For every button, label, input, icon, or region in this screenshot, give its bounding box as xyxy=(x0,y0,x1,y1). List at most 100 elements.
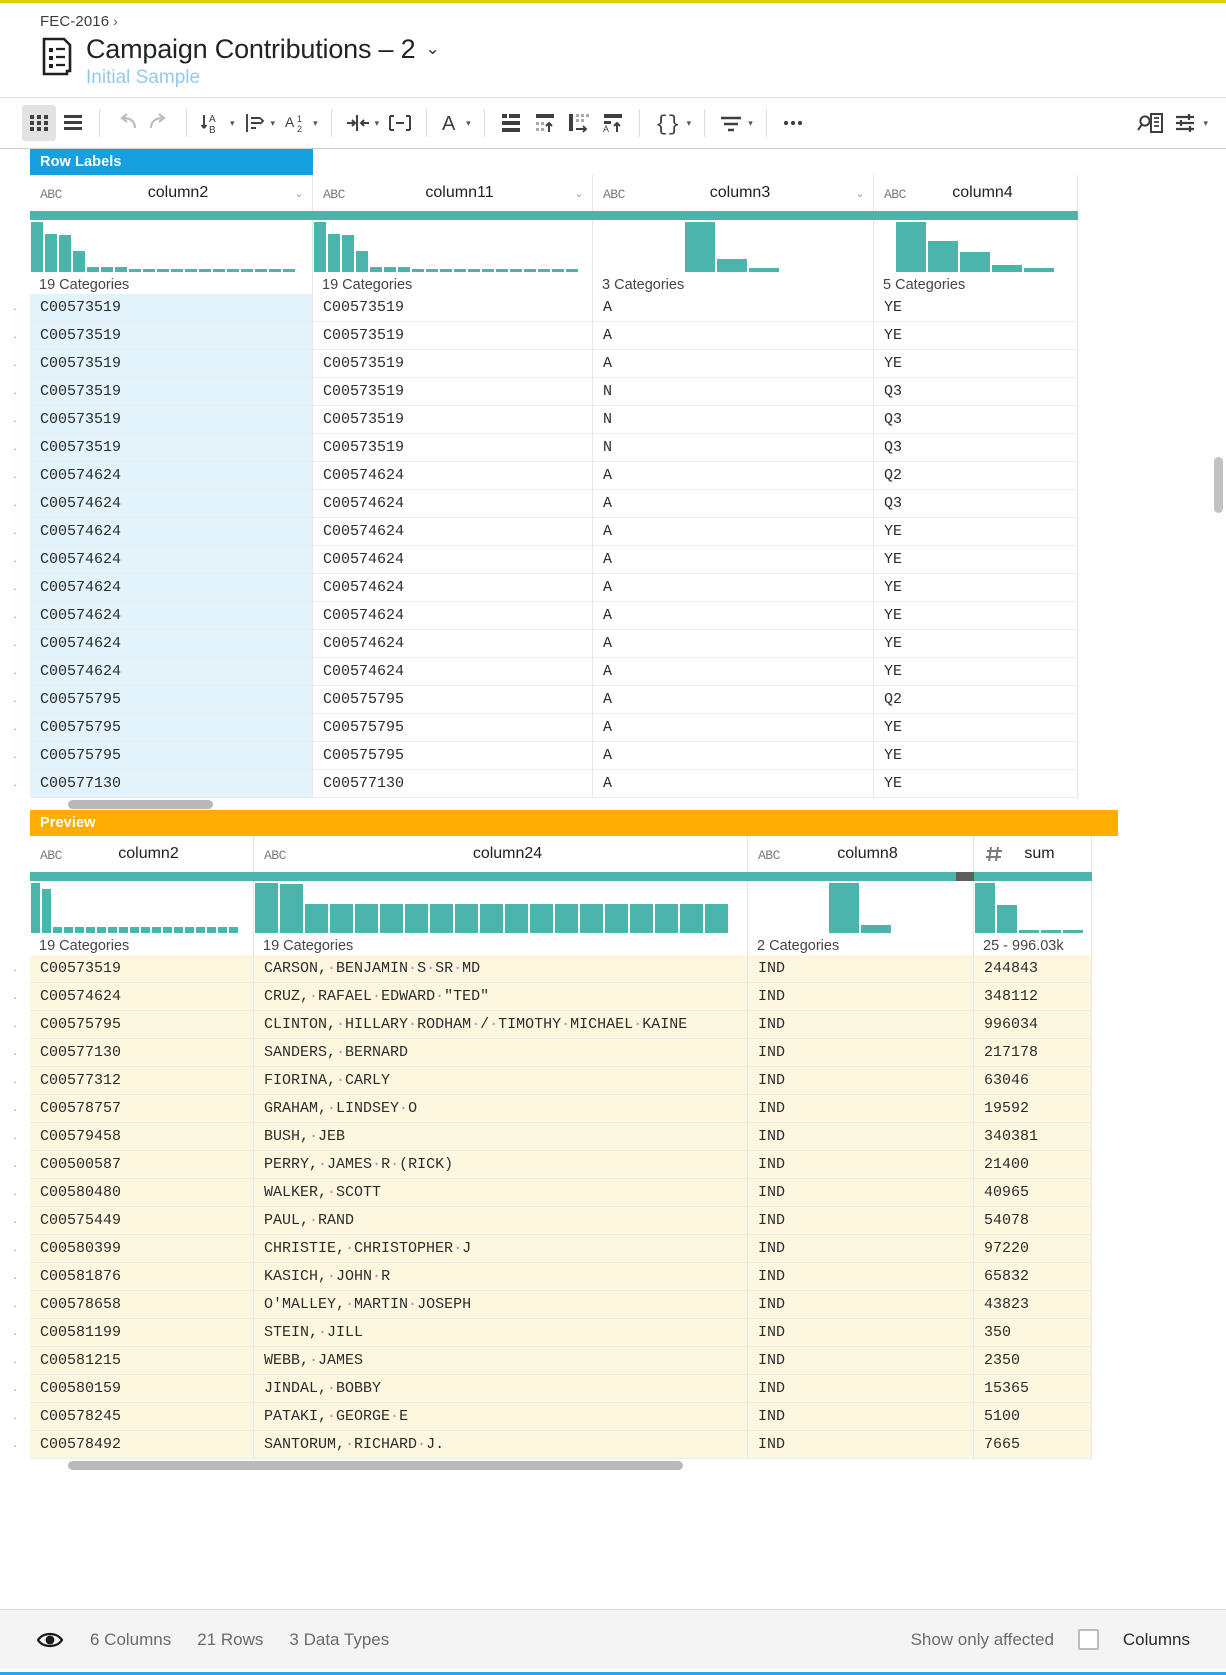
cell-column11[interactable]: C00573519 xyxy=(313,434,593,462)
cell-column2[interactable]: C00575795 xyxy=(30,1011,254,1039)
cell-column3[interactable]: A xyxy=(593,350,874,378)
cell-sum[interactable]: 97220 xyxy=(974,1235,1092,1263)
cell-column3[interactable]: A xyxy=(593,294,874,322)
cell-column2[interactable]: C00577130 xyxy=(30,770,313,798)
table-row[interactable]: · C00574624 C00574624 A YE xyxy=(0,658,1226,686)
cell-column3[interactable]: A xyxy=(593,714,874,742)
cell-column24[interactable]: PATAKI,·GEORGE·E xyxy=(254,1403,748,1431)
cell-column8[interactable]: IND xyxy=(748,1039,974,1067)
cell-column3[interactable]: A xyxy=(593,686,874,714)
row-handle[interactable]: · xyxy=(0,1102,30,1117)
row-labels-hscroll-thumb[interactable] xyxy=(68,800,213,809)
cell-sum[interactable]: 340381 xyxy=(974,1123,1092,1151)
cell-sum[interactable]: 40965 xyxy=(974,1179,1092,1207)
cell-column2[interactable]: C00574624 xyxy=(30,518,313,546)
table-row[interactable]: · C00580399 CHRISTIE,·CHRISTOPHER·J IND 9722… xyxy=(0,1235,1226,1263)
cell-column3[interactable]: A xyxy=(593,630,874,658)
cell-column8[interactable]: IND xyxy=(748,1403,974,1431)
chevron-down-icon[interactable]: ▾ xyxy=(687,118,692,129)
cell-column2[interactable]: C00574624 xyxy=(30,658,313,686)
merge-column-button[interactable] xyxy=(383,105,417,141)
cell-column24[interactable]: SANTORUM,·RICHARD·J. xyxy=(254,1431,748,1459)
cell-column2[interactable]: C00573519 xyxy=(30,378,313,406)
histogram-cell-column2[interactable]: 19 Categories xyxy=(30,220,313,294)
row-handle[interactable]: · xyxy=(0,1242,30,1257)
cell-column11[interactable]: C00575795 xyxy=(313,714,593,742)
cell-column2[interactable]: C00580480 xyxy=(30,1179,254,1207)
chevron-down-icon[interactable]: ⌄ xyxy=(286,187,312,200)
cell-column24[interactable]: CHRISTIE,·CHRISTOPHER·J xyxy=(254,1235,748,1263)
cell-column2[interactable]: C00578658 xyxy=(30,1291,254,1319)
search-columns-button[interactable] xyxy=(1133,105,1169,141)
cell-column4[interactable]: YE xyxy=(874,518,1078,546)
cell-column8[interactable]: IND xyxy=(748,1319,974,1347)
cell-sum[interactable]: 2350 xyxy=(974,1347,1092,1375)
row-handle[interactable]: · xyxy=(0,553,30,568)
row-handle[interactable]: · xyxy=(0,1074,30,1089)
column-header-column2[interactable]: ABC column2 ⌄ xyxy=(30,175,313,211)
chevron-down-icon[interactable]: ▾ xyxy=(313,118,318,129)
table-row[interactable]: · C00574624 C00574624 A Q3 xyxy=(0,490,1226,518)
align-button[interactable]: ▾ xyxy=(239,105,280,141)
cell-column2[interactable]: C00578757 xyxy=(30,1095,254,1123)
cell-column4[interactable]: YE xyxy=(874,350,1078,378)
cell-column2[interactable]: C00573519 xyxy=(30,434,313,462)
cell-sum[interactable]: 15365 xyxy=(974,1375,1092,1403)
cell-column2[interactable]: C00578245 xyxy=(30,1403,254,1431)
cell-column3[interactable]: A xyxy=(593,322,874,350)
row-handle[interactable]: · xyxy=(0,413,30,428)
cell-column3[interactable]: N xyxy=(593,378,874,406)
row-handle[interactable]: · xyxy=(0,385,30,400)
cell-column3[interactable]: N xyxy=(593,406,874,434)
cell-column11[interactable]: C00574624 xyxy=(313,658,593,686)
table-row[interactable]: · C00578245 PATAKI,·GEORGE·E IND 5100 xyxy=(0,1403,1226,1431)
transform-rows-button[interactable]: A xyxy=(596,105,630,141)
columns-toggle-label[interactable]: Columns xyxy=(1123,1630,1190,1650)
preview-hscroll-track[interactable] xyxy=(30,1459,1118,1471)
table-row[interactable]: · C00580480 WALKER,·SCOTT IND 40965 xyxy=(0,1179,1226,1207)
table-row[interactable]: · C00580159 JINDAL,·BOBBY IND 15365 xyxy=(0,1375,1226,1403)
row-labels-vscrollbar[interactable] xyxy=(1214,457,1223,513)
cell-column2[interactable]: C00574624 xyxy=(30,546,313,574)
row-handle[interactable]: · xyxy=(0,441,30,456)
table-row[interactable]: · C00574624 C00574624 A YE xyxy=(0,630,1226,658)
table-row[interactable]: · C00578658 O'MALLEY,·MARTIN·JOSEPH IND 4382… xyxy=(0,1291,1226,1319)
cell-column8[interactable]: IND xyxy=(748,1347,974,1375)
cell-sum[interactable]: 21400 xyxy=(974,1151,1092,1179)
chevron-down-icon[interactable]: ⌄ xyxy=(566,187,592,200)
cell-column2[interactable]: C00577312 xyxy=(30,1067,254,1095)
cell-column3[interactable]: A xyxy=(593,462,874,490)
table-row[interactable]: · C00577312 FIORINA,·CARLY IND 63046 xyxy=(0,1067,1226,1095)
row-handle[interactable]: · xyxy=(0,609,30,624)
cell-column8[interactable]: IND xyxy=(748,1011,974,1039)
table-row[interactable]: · C00573519 C00573519 N Q3 xyxy=(0,434,1226,462)
table-row[interactable]: · C00573519 C00573519 N Q3 xyxy=(0,378,1226,406)
row-handle[interactable]: · xyxy=(0,1130,30,1145)
cell-column24[interactable]: BUSH,·JEB xyxy=(254,1123,748,1151)
breadcrumb[interactable]: FEC-2016 › xyxy=(40,11,1226,31)
table-row[interactable]: · C00581215 WEBB,·JAMES IND 2350 xyxy=(0,1347,1226,1375)
cell-column24[interactable]: JINDAL,·BOBBY xyxy=(254,1375,748,1403)
row-handle[interactable]: · xyxy=(0,1354,30,1369)
cell-column2[interactable]: C00578492 xyxy=(30,1431,254,1459)
cell-column2[interactable]: C00573519 xyxy=(30,955,254,983)
cell-column8[interactable]: IND xyxy=(748,1067,974,1095)
filter-button[interactable]: ▾ xyxy=(714,105,757,141)
cell-column2[interactable]: C00573519 xyxy=(30,294,313,322)
cell-column11[interactable]: C00574624 xyxy=(313,546,593,574)
cell-column8[interactable]: IND xyxy=(748,1123,974,1151)
cell-column2[interactable]: C00575795 xyxy=(30,686,313,714)
table-row[interactable]: · C00578492 SANTORUM,·RICHARD·J. IND 7665 xyxy=(0,1431,1226,1459)
columns-checkbox[interactable] xyxy=(1077,1629,1099,1650)
cell-column24[interactable]: PAUL,·RAND xyxy=(254,1207,748,1235)
chevron-down-icon[interactable]: ▾ xyxy=(1203,118,1208,129)
table-row[interactable]: · C00574624 C00574624 A YE xyxy=(0,602,1226,630)
row-handle[interactable]: · xyxy=(0,1298,30,1313)
cell-column2[interactable]: C00574624 xyxy=(30,462,313,490)
text-format-button[interactable]: A ▾ xyxy=(436,105,475,141)
cell-column4[interactable]: YE xyxy=(874,294,1078,322)
undo-button[interactable] xyxy=(109,105,143,141)
eye-icon[interactable] xyxy=(36,1630,64,1650)
row-handle[interactable]: · xyxy=(0,1158,30,1173)
cell-column2[interactable]: C00581876 xyxy=(30,1263,254,1291)
